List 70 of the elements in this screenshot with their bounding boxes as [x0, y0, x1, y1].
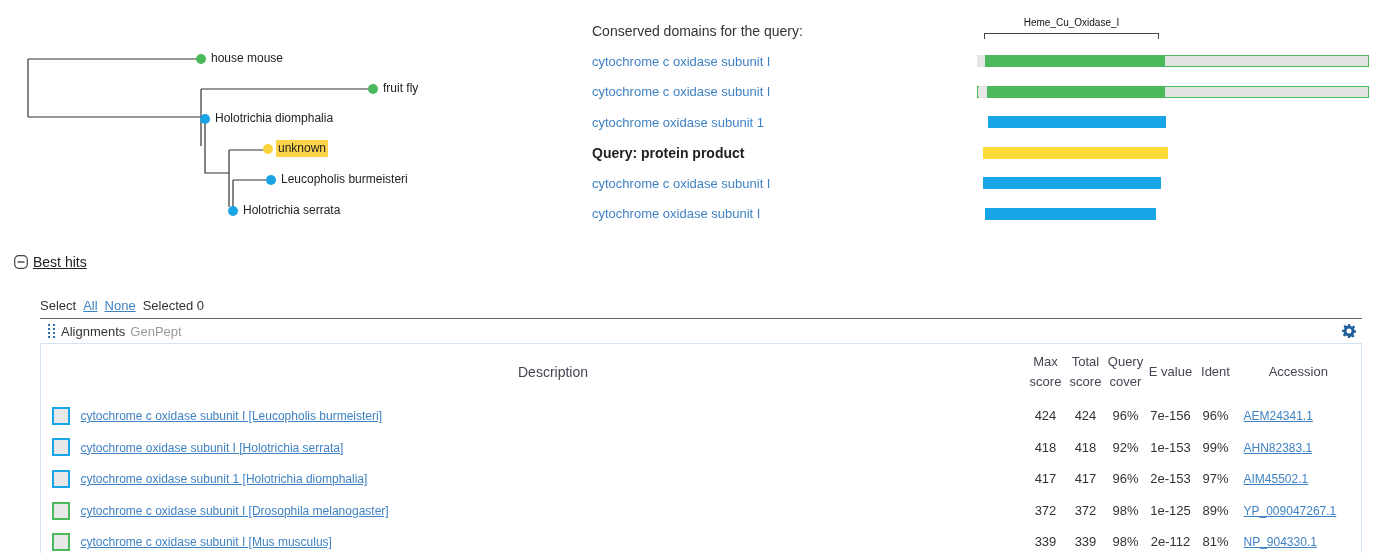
row-checkbox[interactable] — [51, 406, 70, 425]
hit-link[interactable]: cytochrome c oxidase subunit I — [592, 175, 977, 191]
row-checkbox[interactable] — [51, 438, 70, 457]
select-label: Select — [40, 297, 77, 313]
accession-link[interactable]: AHN82383.1 — [1243, 440, 1313, 455]
accession-link[interactable]: AEM24341.1 — [1243, 409, 1313, 424]
hit-link[interactable]: cytochrome c oxidase subunit I — [592, 53, 977, 69]
table-cell-text: 96% — [1111, 407, 1140, 426]
description-link[interactable]: cytochrome c oxidase subunit I [Leucopholis burmeisteri] — [80, 409, 382, 424]
table-cell-text: 1e-153 — [1149, 438, 1192, 457]
collapse-toggle[interactable] — [14, 255, 28, 269]
table-cell-text: 424 — [1073, 407, 1098, 426]
species-label: fruit fly — [382, 80, 420, 97]
table-cell-text: 1e-125 — [1149, 502, 1192, 521]
hit-link[interactable]: cytochrome oxidase subunit 1 — [592, 114, 977, 130]
query-label: Query: protein product — [592, 144, 746, 161]
best-hits-link[interactable]: Best hits — [33, 254, 87, 270]
table-cell-text: 372 — [1033, 502, 1058, 521]
table-cell-text: 372 — [1073, 502, 1098, 521]
table-cell-text: 96% — [1111, 470, 1140, 489]
table-cell-text: 97% — [1201, 470, 1230, 489]
row-checkbox[interactable] — [51, 501, 70, 520]
species-label: Holotrichia diomphalia — [214, 110, 335, 127]
species-label: Leucopholis burmeisteri — [280, 171, 409, 188]
table-cell-text: 418 — [1073, 438, 1098, 457]
table-cell-text: 81% — [1201, 533, 1230, 552]
table-cell-text: 339 — [1033, 533, 1058, 552]
drag-handle-icon — [48, 324, 56, 338]
select-none-link[interactable]: None — [104, 297, 136, 313]
hit-link[interactable]: cytochrome c oxidase subunit I — [592, 84, 977, 100]
column-header[interactable]: Query cover — [1105, 343, 1146, 400]
domain-label: Heme_Cu_Oxidase_I — [1022, 17, 1121, 28]
hit-link[interactable]: cytochrome oxidase subunit I — [592, 206, 977, 222]
accession-link[interactable]: YP_009047267.1 — [1243, 504, 1337, 519]
description-link[interactable]: cytochrome oxidase subunit I [Holotrichia serrata] — [80, 440, 344, 455]
table-cell-text: 98% — [1111, 502, 1140, 521]
table-cell-text: 99% — [1201, 438, 1230, 457]
table-cell-text: 417 — [1073, 470, 1098, 489]
table-cell-text: 7e-156 — [1149, 407, 1192, 426]
table-cell-text: 339 — [1073, 533, 1098, 552]
column-header[interactable]: Ident — [1195, 343, 1236, 400]
column-header[interactable]: Accession — [1235, 343, 1362, 400]
table-cell-text: 96% — [1201, 407, 1230, 426]
species-label: house mouse — [210, 50, 285, 67]
column-header[interactable]: E value — [1145, 343, 1196, 400]
accession-link[interactable]: NP_904330.1 — [1243, 535, 1317, 550]
table-cell-text: 418 — [1033, 438, 1058, 457]
table-cell-text: 424 — [1033, 407, 1058, 426]
column-header[interactable]: Description — [80, 343, 1026, 400]
species-label: unknown — [276, 140, 329, 157]
table-cell-text: 98% — [1111, 533, 1140, 552]
row-checkbox[interactable] — [51, 470, 70, 488]
table-cell-text: 417 — [1033, 470, 1058, 489]
description-link[interactable]: cytochrome oxidase subunit 1 [Holotrichia diomphalia] — [80, 472, 368, 487]
column-header[interactable]: Max score — [1025, 343, 1066, 400]
table-cell-text: 92% — [1111, 438, 1140, 457]
column-header[interactable]: Total score — [1065, 343, 1106, 400]
description-link[interactable]: cytochrome c oxidase subunit I [Drosophila melanogaster] — [80, 504, 389, 519]
table-cell-text: 2e-153 — [1149, 470, 1192, 489]
description-link[interactable]: cytochrome c oxidase subunit I [Mus musculus] — [80, 535, 332, 550]
row-checkbox[interactable] — [51, 532, 70, 551]
select-all-link[interactable]: All — [83, 297, 98, 313]
domains-title: Conserved domains for the query: — [592, 23, 804, 39]
accession-link[interactable]: AIM45502.1 — [1243, 472, 1309, 487]
selected-count: Selected 0 — [142, 297, 205, 313]
table-cell-text: 2e-112 — [1149, 533, 1192, 552]
settings-icon[interactable] — [1342, 324, 1356, 338]
alignments-link[interactable]: Alignments — [61, 323, 126, 339]
species-label: Holotrichia serrata — [242, 202, 342, 219]
table-cell-text: 89% — [1201, 502, 1230, 521]
